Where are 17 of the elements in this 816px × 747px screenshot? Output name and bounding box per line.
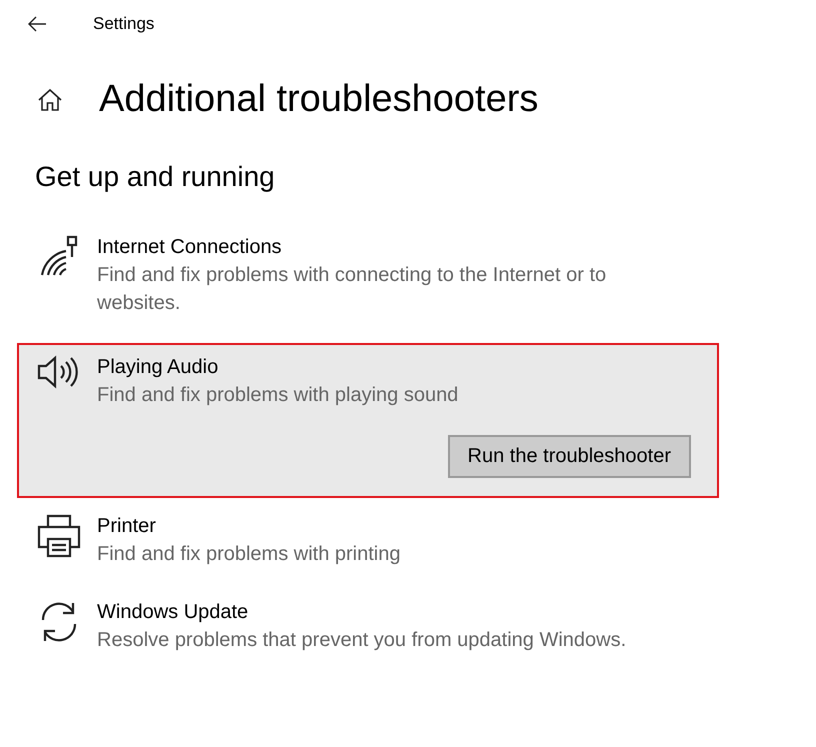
troubleshooter-description: Resolve problems that prevent you from updating Windows.: [97, 628, 626, 653]
speaker-icon: [37, 355, 81, 389]
troubleshooter-description: Find and fix problems with printing: [97, 542, 400, 567]
home-icon[interactable]: [37, 88, 63, 112]
window-title: Settings: [93, 14, 154, 34]
troubleshooter-description: Find and fix problems with playing sound: [97, 383, 458, 408]
back-icon[interactable]: [27, 16, 47, 32]
troubleshooter-title: Internet Connections: [97, 235, 283, 260]
troubleshooter-description: Find and fix problems with connecting to the Internet or to websites.: [97, 263, 608, 316]
printer-icon: [37, 514, 81, 558]
page-title: Additional troubleshooters: [99, 78, 538, 121]
troubleshooter-title: Windows Update: [97, 600, 250, 625]
section-title: Get up and running: [35, 161, 276, 193]
selected-troubleshooter-panel[interactable]: Playing Audio Find and fix problems with playing sound Run the troubleshooter: [17, 343, 719, 498]
troubleshooter-title: Printer: [97, 514, 157, 539]
run-troubleshooter-button[interactable]: Run the troubleshooter: [448, 435, 691, 478]
troubleshooter-title: Playing Audio: [97, 355, 220, 380]
